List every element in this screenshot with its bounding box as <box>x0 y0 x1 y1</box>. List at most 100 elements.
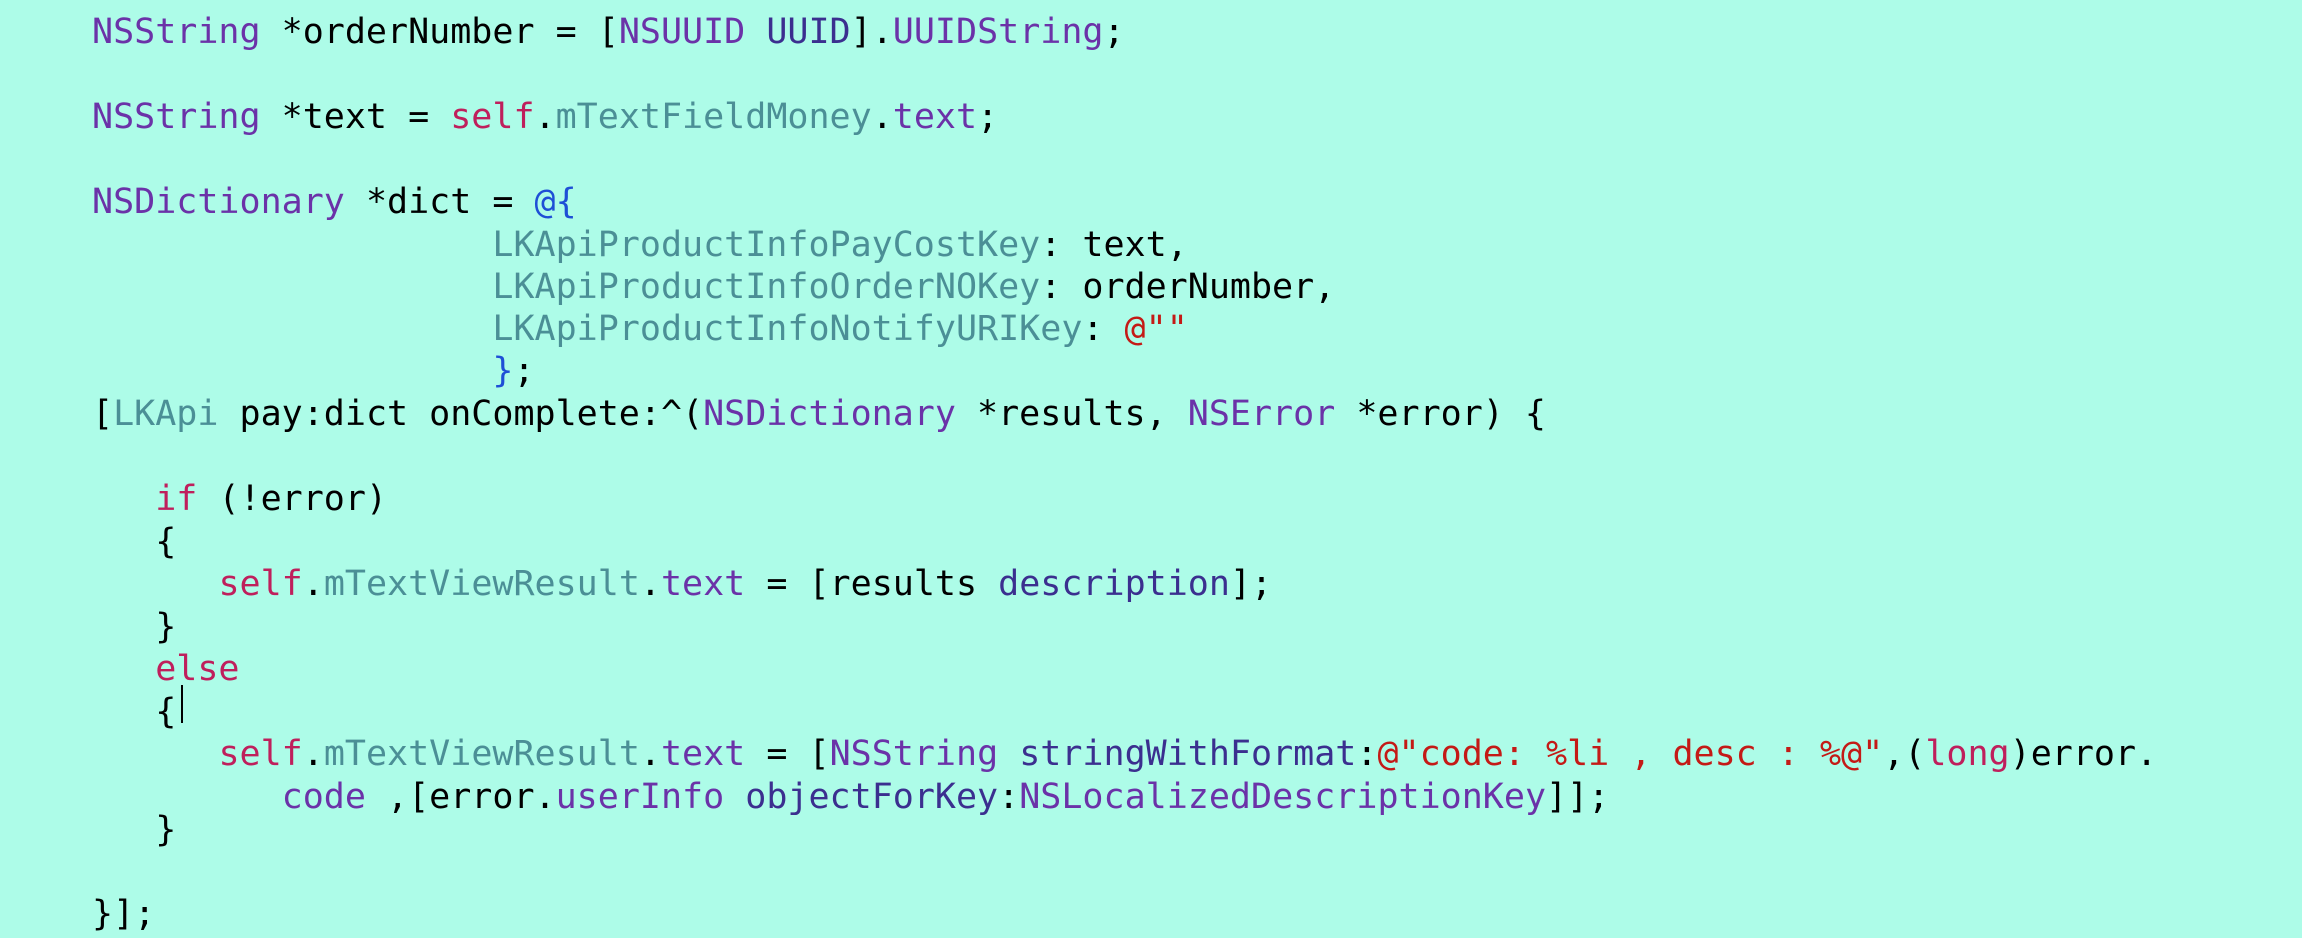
code-token: LKApiProductInfoPayCostKey <box>492 225 1041 265</box>
code-token: LKApiProductInfoOrderNOKey <box>492 267 1041 307</box>
code-token: @"code: %li , desc : %@" <box>1377 734 1884 774</box>
code-line: LKApiProductInfoOrderNOKey: orderNumber, <box>92 266 1335 308</box>
code-line: }]; <box>92 893 155 935</box>
code-token: ]. <box>850 12 893 52</box>
code-token: objectForKey <box>745 777 999 817</box>
code-token: else <box>155 649 240 689</box>
code-line: [LKApi pay:dict onComplete:^(NSDictionar… <box>92 393 1546 435</box>
code-token: pay:dict onComplete:^( <box>218 394 704 434</box>
code-token: NSUUID <box>618 12 746 52</box>
code-line: if (!error) <box>92 478 387 520</box>
code-token: text <box>892 97 978 137</box>
code-token: *text = <box>260 97 451 137</box>
code-token: } <box>92 810 177 850</box>
code-line: NSDictionary *dict = @{ <box>92 181 577 223</box>
code-token: *error) { <box>1335 394 1546 434</box>
code-token: NSDictionary <box>92 182 345 222</box>
code-token: } <box>92 607 177 647</box>
code-token: *dict = <box>344 182 535 222</box>
code-token: *results, <box>955 394 1188 434</box>
code-token: } <box>492 351 514 391</box>
code-token: stringWithFormat <box>1019 734 1357 774</box>
code-token: { <box>92 692 177 732</box>
code-token: mTextFieldMoney <box>555 97 872 137</box>
code-token: UUID <box>766 12 851 52</box>
code-token: : orderNumber, <box>1040 267 1336 307</box>
code-token: . <box>871 97 893 137</box>
code-token: : <box>1082 309 1125 349</box>
code-token: . <box>302 734 324 774</box>
code-token: userInfo <box>555 777 725 817</box>
code-token: ; <box>513 351 535 391</box>
code-token: @"" <box>1124 309 1188 349</box>
code-line: self.mTextViewResult.text = [NSString st… <box>92 733 2157 775</box>
code-line: else <box>92 648 240 690</box>
code-token: UUIDString <box>892 12 1104 52</box>
code-token: mTextViewResult <box>323 564 640 604</box>
code-line: LKApiProductInfoNotifyURIKey: @"" <box>92 308 1188 350</box>
code-token: ; <box>977 97 999 137</box>
code-token: = [results <box>745 564 999 604</box>
code-token: NSError <box>1187 394 1336 434</box>
code-token: { <box>92 522 177 562</box>
code-token: : <box>1356 734 1378 774</box>
code-token: LKApi <box>113 394 219 434</box>
code-token: self <box>450 97 535 137</box>
code-token: ]; <box>1229 564 1273 604</box>
code-token: (!error) <box>197 479 388 519</box>
code-token: : <box>998 777 1020 817</box>
code-line: } <box>92 606 176 648</box>
code-token: mTextViewResult <box>323 734 640 774</box>
code-token: . <box>302 564 324 604</box>
code-token: long <box>1925 734 2010 774</box>
code-token: = [ <box>745 734 830 774</box>
code-token: *orderNumber = [ <box>260 12 619 52</box>
code-line: NSString *text = self.mTextFieldMoney.te… <box>92 96 998 138</box>
code-token: : text, <box>1040 225 1188 265</box>
code-line: NSString *orderNumber = [NSUUID UUID].UU… <box>92 11 1125 53</box>
code-token: description <box>998 564 1230 604</box>
code-token: self <box>218 734 303 774</box>
code-token: [ <box>92 394 114 434</box>
code-line: { <box>92 691 176 733</box>
code-token: text <box>660 734 746 774</box>
code-token: ; <box>1103 12 1125 52</box>
code-token: NSString <box>92 97 261 137</box>
code-token: . <box>534 97 556 137</box>
code-token: NSString <box>92 12 261 52</box>
code-token: self <box>218 564 303 604</box>
code-token: ]]; <box>1546 777 1610 817</box>
code-token: NSLocalizedDescriptionKey <box>1019 777 1547 817</box>
code-line: }; <box>92 350 535 392</box>
code-line: LKApiProductInfoPayCostKey: text, <box>92 224 1188 266</box>
code-token: @{ <box>534 182 577 222</box>
code-token: if <box>155 479 198 519</box>
code-token: LKApiProductInfoNotifyURIKey <box>492 309 1083 349</box>
code-editor[interactable]: NSString *orderNumber = [NSUUID UUID].UU… <box>0 0 2302 938</box>
code-line: self.mTextViewResult.text = [results des… <box>92 563 1272 605</box>
code-token: . <box>639 734 661 774</box>
code-token: . <box>639 564 661 604</box>
code-line: { <box>92 521 176 563</box>
code-token: ,[error. <box>365 777 556 817</box>
code-token: code <box>281 777 366 817</box>
code-token: ,( <box>1883 734 1926 774</box>
code-token: text <box>660 564 746 604</box>
code-line: code ,[error.userInfo objectForKey:NSLoc… <box>92 776 1610 818</box>
text-caret <box>181 685 183 723</box>
code-token: NSString <box>829 734 999 774</box>
code-token: }]; <box>92 894 156 934</box>
code-line: } <box>92 809 176 851</box>
code-token: NSDictionary <box>703 394 956 434</box>
